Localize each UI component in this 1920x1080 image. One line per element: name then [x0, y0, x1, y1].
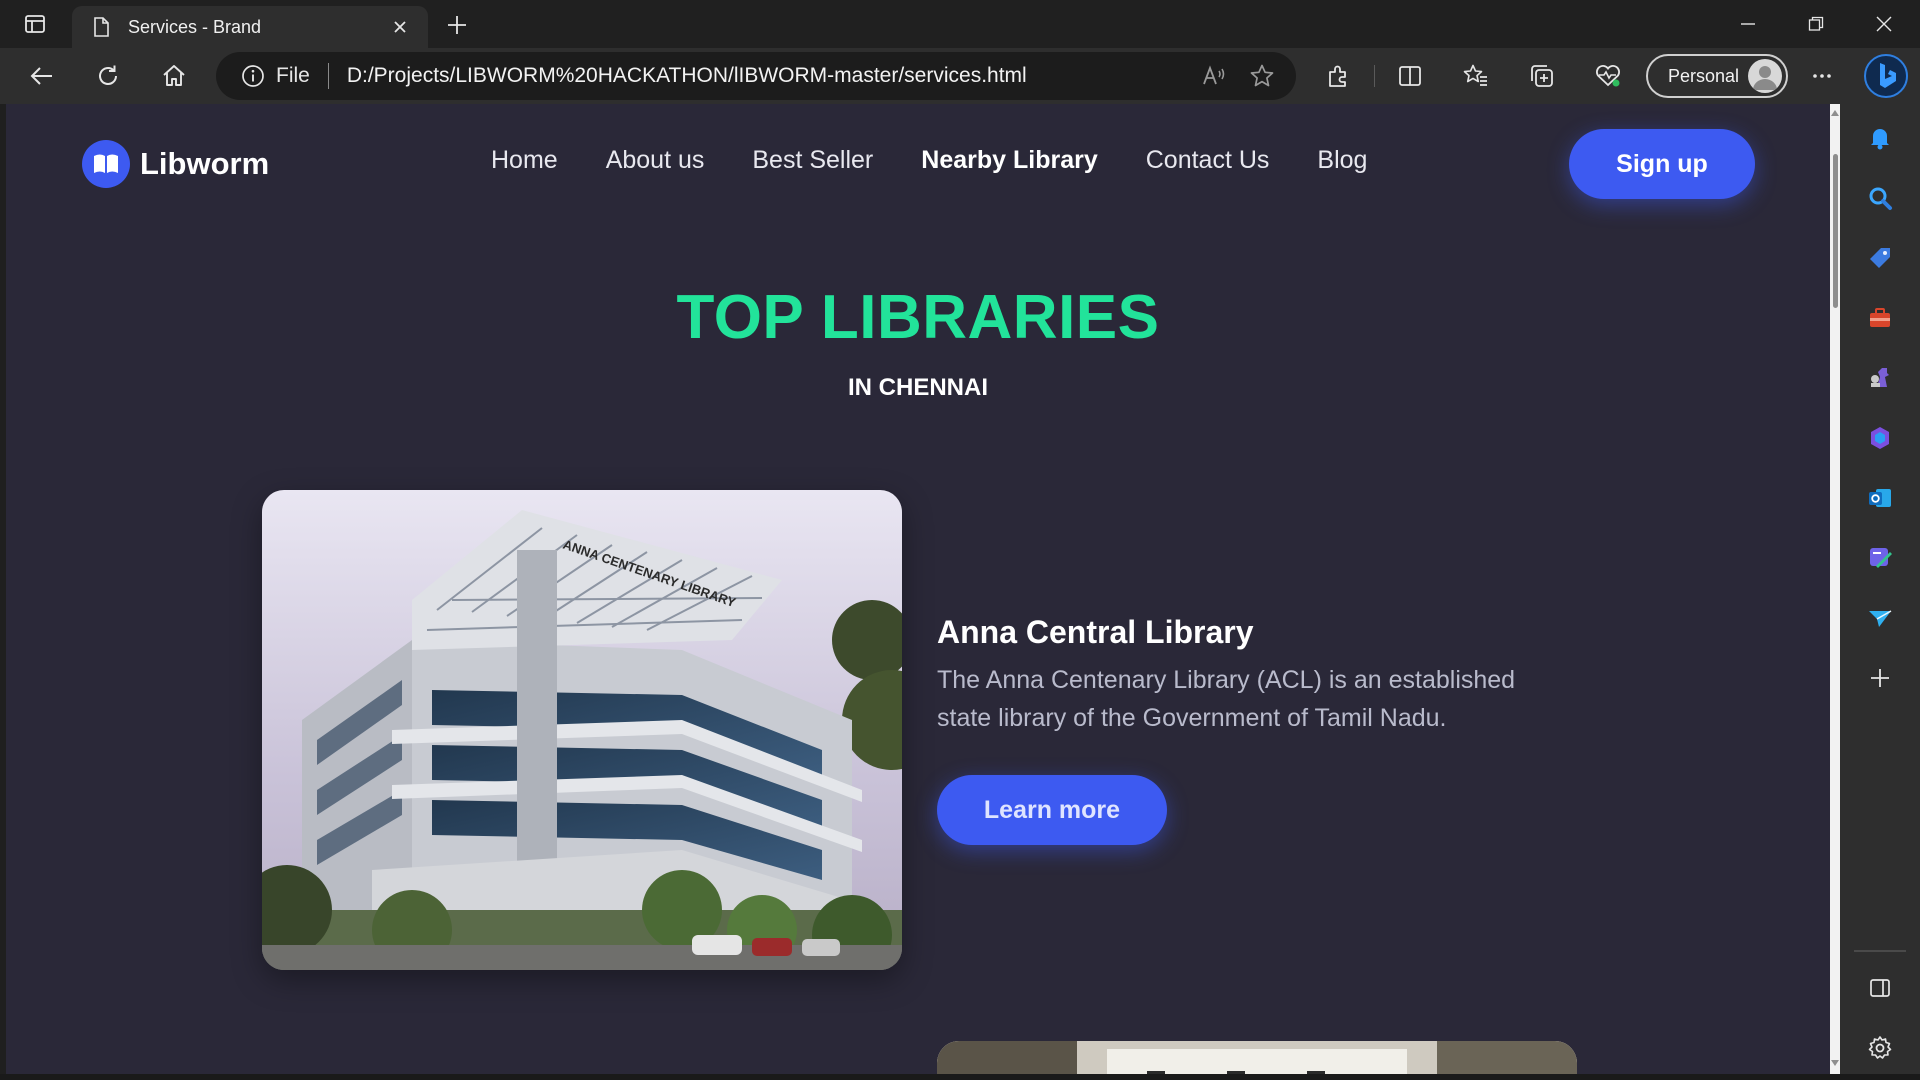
library-description: The Anna Centenary Library (ACL) is an e…	[937, 666, 1516, 732]
browser-sidebar	[1840, 104, 1920, 1080]
profile-button[interactable]: Personal	[1646, 54, 1788, 98]
notifications-icon[interactable]	[1860, 118, 1900, 158]
main-navigation: Home About us Best Seller Nearby Library…	[491, 146, 1367, 175]
browser-tab[interactable]: Services - Brand	[72, 6, 428, 48]
address-bar[interactable]: File D:/Projects/LIBWORM%20HACKATHON/lIB…	[216, 52, 1296, 100]
site-logo[interactable]: Libworm	[82, 140, 269, 188]
tools-icon[interactable]	[1860, 298, 1900, 338]
refresh-icon[interactable]	[86, 56, 130, 96]
favorite-star-icon[interactable]	[1242, 56, 1282, 96]
address-divider	[327, 63, 329, 89]
nav-about-us[interactable]: About us	[606, 146, 705, 175]
page-subtitle: IN CHENNAI	[847, 374, 988, 401]
toolbar-divider	[1374, 65, 1375, 87]
tab-strip: Services - Brand	[0, 0, 1920, 48]
learn-more-button[interactable]: Learn more	[937, 775, 1167, 845]
browser-essentials-icon[interactable]	[1586, 56, 1630, 96]
nav-best-seller[interactable]: Best Seller	[752, 146, 873, 175]
scheme-label: File	[276, 64, 310, 87]
library-photo: ANNA CENTENARY LIBRARY	[262, 490, 902, 970]
book-icon	[82, 140, 130, 188]
sidebar-divider	[1854, 950, 1906, 952]
favorites-icon[interactable]	[1454, 56, 1498, 96]
add-icon[interactable]	[1860, 658, 1900, 698]
extensions-icon[interactable]	[1316, 56, 1360, 96]
more-options-icon[interactable]	[1800, 56, 1844, 96]
split-screen-icon[interactable]	[1388, 56, 1432, 96]
browser-toolbar: File D:/Projects/LIBWORM%20HACKATHON/lIB…	[0, 48, 1920, 104]
nav-home[interactable]: Home	[491, 146, 558, 175]
hide-sidebar-icon[interactable]	[1860, 968, 1900, 1008]
send-icon[interactable]	[1860, 598, 1900, 638]
copilot-icon[interactable]	[1862, 52, 1910, 100]
read-aloud-icon[interactable]	[1194, 56, 1234, 96]
nav-nearby-library[interactable]: Nearby Library	[921, 146, 1097, 175]
page-scrollbar[interactable]	[1830, 104, 1840, 1074]
scroll-up-arrow-icon[interactable]	[1830, 106, 1840, 120]
url-text[interactable]: D:/Projects/LIBWORM%20HACKATHON/lIBWORM-…	[347, 64, 1178, 88]
back-icon[interactable]	[20, 56, 64, 96]
minimize-button[interactable]	[1714, 0, 1782, 48]
new-tab-button[interactable]	[440, 8, 474, 42]
search-icon[interactable]	[1860, 178, 1900, 218]
settings-gear-icon[interactable]	[1860, 1028, 1900, 1068]
page-title: TOP LIBRARIES	[676, 283, 1160, 352]
designer-icon[interactable]	[1860, 538, 1900, 578]
avatar	[1748, 59, 1782, 93]
page-icon	[90, 16, 112, 38]
sign-up-button[interactable]: Sign up	[1569, 129, 1755, 199]
tab-actions-icon[interactable]	[14, 9, 56, 39]
web-page: Libworm Home About us Best Seller Nearby…	[6, 104, 1830, 1074]
brand-name: Libworm	[140, 146, 270, 181]
microsoft-365-icon[interactable]	[1860, 418, 1900, 458]
games-icon[interactable]	[1860, 358, 1900, 398]
shopping-tag-icon[interactable]	[1860, 238, 1900, 278]
collections-icon[interactable]	[1520, 56, 1564, 96]
home-icon[interactable]	[152, 56, 196, 96]
tab-title: Services - Brand	[128, 16, 262, 37]
nav-contact-us[interactable]: Contact Us	[1146, 146, 1270, 175]
profile-name: Personal	[1668, 65, 1740, 86]
window-bottom-edge	[0, 1074, 1920, 1080]
scrollbar-thumb[interactable]	[1833, 154, 1838, 308]
outlook-icon[interactable]	[1860, 478, 1900, 518]
library-name: Anna Central Library	[937, 614, 1254, 650]
close-tab-icon[interactable]	[386, 13, 414, 41]
close-window-button[interactable]	[1850, 0, 1918, 48]
scroll-down-arrow-icon[interactable]	[1830, 1056, 1840, 1070]
nav-blog[interactable]: Blog	[1317, 146, 1367, 175]
site-info-icon[interactable]	[240, 63, 266, 89]
restore-button[interactable]	[1782, 0, 1850, 48]
next-library-photo	[937, 1041, 1577, 1074]
